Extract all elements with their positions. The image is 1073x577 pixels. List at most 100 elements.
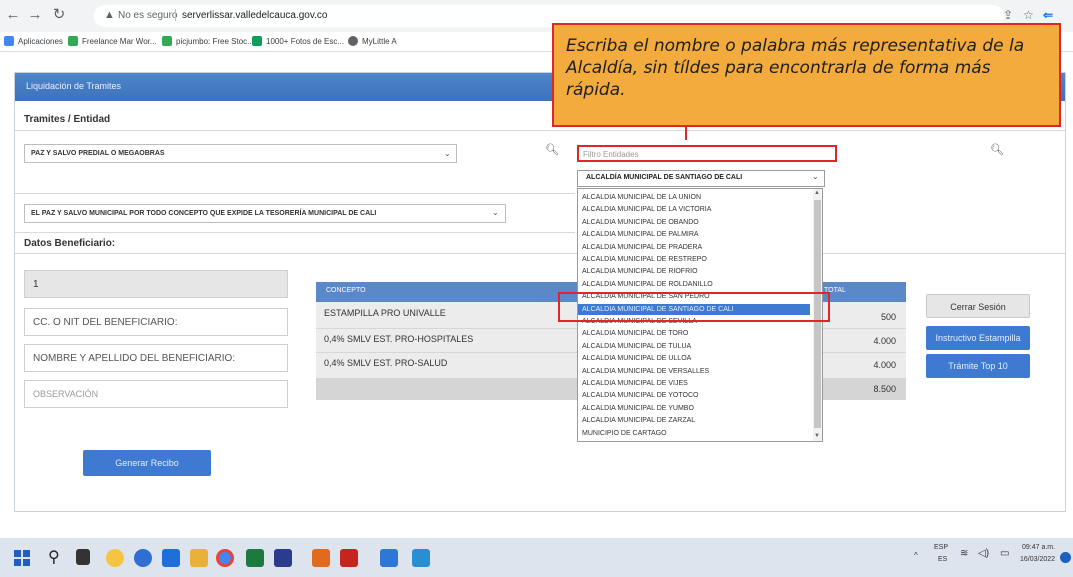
dropdown-item[interactable]: ALCALDIA MUNICIPAL DE VERSALLES <box>582 366 810 377</box>
dropdown-item[interactable]: ALCALDIA MUNICIPAL DE OBANDO <box>582 217 810 228</box>
search-icon[interactable]: 🔍︎ <box>545 143 559 156</box>
tramite-select-value: PAZ Y SALVO PREDIAL O MEGAOBRAS <box>31 150 165 157</box>
bookmark-apps[interactable]: Aplicaciones <box>18 37 63 46</box>
table-row-total: 4.000 <box>873 360 896 370</box>
dropdown-item[interactable]: ALCALDIA MUNICIPAL DE PALMIRA <box>582 229 810 240</box>
url-text[interactable]: serverlissar.valledelcauca.gov.co <box>182 10 327 21</box>
chevron-down-icon[interactable]: ⌄ <box>812 172 819 181</box>
chevron-down-icon[interactable]: ⌄ <box>444 149 451 158</box>
bookmark-icon <box>162 36 172 46</box>
dropdown-item[interactable]: ALCALDIA MUNICIPAL DE LA VICTORIA <box>582 204 810 215</box>
column-concepto: CONCEPTO <box>326 287 366 294</box>
dropdown-item[interactable]: ALCALDIA MUNICIPAL DE YUMBO <box>582 403 810 414</box>
apps-icon[interactable] <box>4 36 14 46</box>
tramites-label: Tramites / Entidad <box>24 114 111 125</box>
clock-time[interactable]: 09:47 a.m. <box>1022 544 1055 551</box>
concepto-select-value: EL PAZ Y SALVO MUNICIPAL POR TODO CONCEP… <box>31 210 377 217</box>
table-sum: 8.500 <box>873 384 896 394</box>
logout-button[interactable]: Cerrar Sesión <box>926 294 1030 318</box>
cc-nit-field[interactable]: CC. O NIT DEL BENEFICIARIO: <box>24 308 288 336</box>
divider <box>15 130 1065 131</box>
insecure-label[interactable]: No es seguro <box>118 10 177 21</box>
clock-date[interactable]: 16/03/2022 <box>1020 556 1055 563</box>
dropdown-item[interactable]: ALCALDIA MUNICIPAL DE TULUA <box>582 341 810 352</box>
photoshop-icon[interactable] <box>380 549 398 567</box>
filter-entities-input[interactable]: Filtro Entidades <box>577 145 837 162</box>
share-icon[interactable]: ⇪ <box>1003 8 1013 22</box>
taskbar <box>0 538 1073 577</box>
dropdown-item[interactable]: ALCALDIA MUNICIPAL DE LA UNION <box>582 192 810 203</box>
dropdown-item[interactable]: ALCALDIA MUNICIPAL DE ZARZAL <box>582 415 810 426</box>
wifi-icon[interactable]: ≋ <box>960 548 968 559</box>
star-icon[interactable]: ☆ <box>1023 8 1034 22</box>
entity-select[interactable]: ALCALDÍA MUNICIPAL DE SANTIAGO DE CALI <box>577 170 825 187</box>
generate-receipt-button[interactable]: Generar Recibo <box>83 450 211 476</box>
table-row-concepto: 0,4% SMLV EST. PRO-SALUD <box>324 358 448 368</box>
search-icon[interactable]: ⚲ <box>48 547 60 567</box>
task-view-icon[interactable] <box>76 549 90 565</box>
excel-icon[interactable] <box>246 549 264 567</box>
tramite-select[interactable]: PAZ Y SALVO PREDIAL O MEGAOBRAS <box>24 144 457 163</box>
cc-nit-label: CC. O NIT DEL BENEFICIARIO: <box>33 317 178 328</box>
app-icon[interactable] <box>274 549 292 567</box>
extension-icon[interactable]: ⇐ <box>1043 8 1053 22</box>
concepto-select[interactable]: EL PAZ Y SALVO MUNICIPAL POR TODO CONCEP… <box>24 204 506 223</box>
dropdown-item[interactable]: ALCALDIA MUNICIPAL DE RESTREPO <box>582 254 810 265</box>
callout-text: Escriba el nombre o palabra más represen… <box>566 36 1025 100</box>
notification-icon[interactable] <box>1060 552 1071 563</box>
bookmark-freelance[interactable]: Freelance Mar Wor... <box>82 37 157 46</box>
panel-title: Liquidación de Tramites <box>26 81 122 91</box>
observacion-placeholder: OBSERVACIÓN <box>33 389 99 399</box>
warning-icon[interactable]: ▲ <box>104 9 115 21</box>
dropdown-item[interactable]: ALCALDIA MUNICIPAL DE VIJES <box>582 378 810 389</box>
dropdown-item[interactable]: ALCALDIA MUNICIPAL DE ULLOA <box>582 353 810 364</box>
bookmark-mylittle[interactable]: MyLittle A <box>362 37 397 46</box>
chrome-icon[interactable] <box>216 549 234 567</box>
divider <box>15 232 575 233</box>
tramite-top-button[interactable]: Trámite Top 10 <box>926 354 1030 378</box>
instructivo-button[interactable]: Instructivo Estampilla <box>926 326 1030 350</box>
dropdown-item[interactable]: ALCALDIA MUNICIPAL DE YOTOCO <box>582 390 810 401</box>
back-icon[interactable]: ← <box>4 6 22 24</box>
search-icon[interactable]: 🔍︎ <box>990 143 1004 156</box>
instruction-callout: Escriba el nombre o palabra más represen… <box>552 23 1061 127</box>
bookmark-fotos[interactable]: 1000+ Fotos de Esc... <box>266 37 344 46</box>
nombre-field[interactable]: NOMBRE Y APELLIDO DEL BENEFICIARIO: <box>24 344 288 372</box>
table-row-concepto: ESTAMPILLA PRO UNIVALLE <box>324 308 446 318</box>
reload-icon[interactable]: ↻ <box>50 6 68 24</box>
field-index[interactable]: 1 <box>24 270 288 298</box>
dropdown-item[interactable]: ALCALDIA MUNICIPAL DE TORO <box>582 328 810 339</box>
weather-icon[interactable] <box>106 549 124 567</box>
photos-icon[interactable] <box>412 549 430 567</box>
acrobat-icon[interactable] <box>340 549 358 567</box>
dropdown-item[interactable]: ALCALDIA MUNICIPAL DE RIOFRIO <box>582 266 810 277</box>
chevron-down-icon[interactable]: ⌄ <box>492 208 499 217</box>
callout-connector <box>685 127 687 140</box>
edge-icon[interactable] <box>162 549 180 567</box>
bookmark-icon <box>252 36 262 46</box>
chevron-up-icon[interactable]: ^ <box>914 551 918 560</box>
volume-icon[interactable]: ◁) <box>978 548 989 559</box>
language-indicator[interactable]: ESP <box>934 544 948 551</box>
bookmark-icon <box>68 36 78 46</box>
divider <box>15 253 1065 254</box>
scroll-down-icon[interactable]: ▼ <box>814 433 820 439</box>
table-row-concepto: 0,4% SMLV EST. PRO-HOSPITALES <box>324 334 474 344</box>
dropdown-item[interactable]: MUNICIPIO DE CARTAGO <box>582 428 810 439</box>
table-row-total: 500 <box>880 312 896 322</box>
dropdown-item[interactable]: ALCALDIA MUNICIPAL DE ROLDANILLO <box>582 279 810 290</box>
globe-icon <box>348 36 358 46</box>
address-separator <box>175 9 176 21</box>
language-indicator-2[interactable]: ES <box>938 556 947 563</box>
forward-icon[interactable]: → <box>26 6 44 24</box>
observacion-field[interactable]: OBSERVACIÓN <box>24 380 288 408</box>
illustrator-icon[interactable] <box>312 549 330 567</box>
battery-icon[interactable]: ▭ <box>1000 548 1009 559</box>
scroll-up-icon[interactable]: ▲ <box>814 190 820 196</box>
windows-start-icon[interactable] <box>14 550 30 566</box>
chat-icon[interactable] <box>134 549 152 567</box>
filter-placeholder: Filtro Entidades <box>583 150 639 159</box>
dropdown-item[interactable]: ALCALDIA MUNICIPAL DE PRADERA <box>582 242 810 253</box>
folder-icon[interactable] <box>190 549 208 567</box>
bookmark-picjumbo[interactable]: picjumbo: Free Stoc... <box>176 37 254 46</box>
